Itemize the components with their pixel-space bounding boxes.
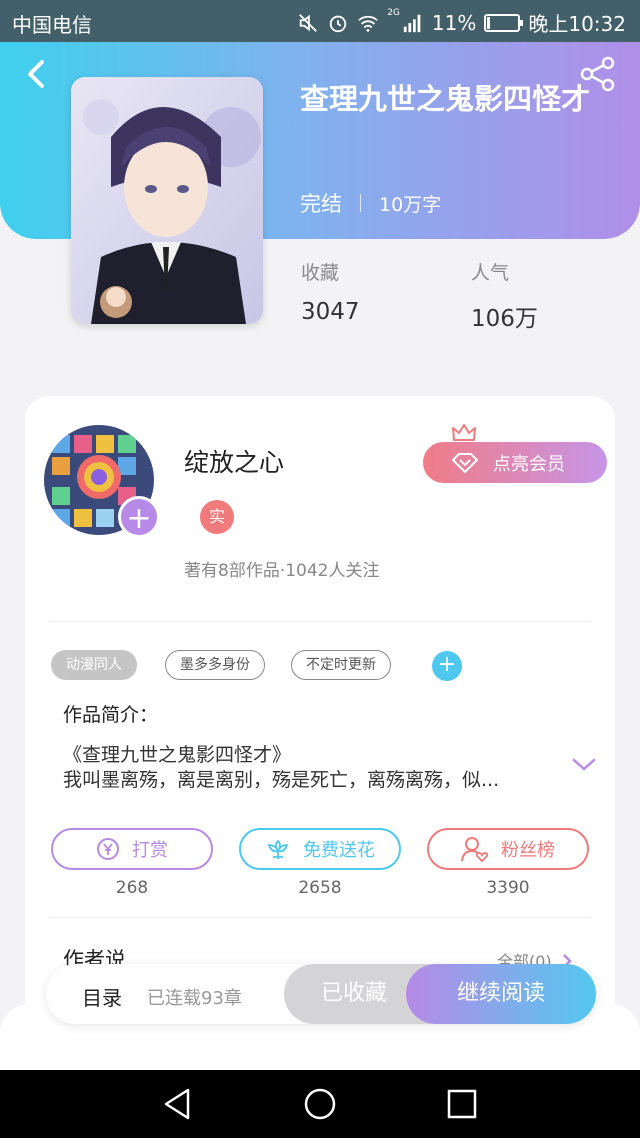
nav-recent-icon[interactable] [444,1086,480,1122]
meta-divider [360,194,361,212]
status-bar: 中国电信 2G 11% 晚上10:32 [0,0,640,42]
tip-button[interactable]: 打赏 [51,828,213,870]
send-flower-button[interactable]: 免费送花 [239,828,401,870]
tip-button-label: 打赏 [132,840,168,861]
back-icon[interactable] [20,56,56,92]
fans-count: 3390 [486,878,530,898]
collect-label: 收藏 [301,262,340,284]
book-cover[interactable] [71,77,263,324]
nav-home-icon[interactable] [302,1086,338,1122]
battery-percent: 11% [431,10,477,35]
card-divider [50,917,590,918]
clock: 晚上10:32 [528,12,626,36]
author-stats: 著有8部作品·1042人关注 [184,561,380,581]
author-name[interactable]: 绽放之心 [184,443,284,479]
collect-value: 3047 [301,299,360,325]
wifi-icon [358,15,378,32]
flower-count: 2658 [298,878,342,898]
user-heart-icon [461,837,489,862]
popularity-stat: 人气 106万 [471,258,538,333]
book-meta: 完结 10万字 [300,188,441,218]
network-type: 2G [387,8,400,18]
vip-button[interactable]: 点亮会员 [423,442,607,483]
vip-button-label: 点亮会员 [493,453,565,475]
intro-text[interactable]: 《查理九世之鬼影四怪才》 我叫墨离殇，离是离别，殇是死亡，离殇离殇，似... [63,743,553,793]
mute-icon [299,13,318,32]
chapter-count: 已连载93章 [147,988,242,1009]
book-title: 查理九世之鬼影四怪才 [300,82,591,116]
send-flower-label: 免费送花 [303,840,375,861]
intro-line-1: 《查理九世之鬼影四怪才》 [63,744,292,766]
flower-icon [267,839,289,859]
tag-item[interactable]: 墨多多身份 [165,650,265,680]
crown-icon [452,424,476,441]
word-count: 10万字 [379,193,442,216]
card-divider [50,621,590,622]
add-tag-button[interactable]: + [432,651,462,681]
battery-fill [487,16,491,29]
fans-rank-label: 粉丝榜 [501,840,555,861]
follow-author-button[interactable]: + [118,496,160,538]
battery-icon [484,13,524,32]
popularity-value: 106万 [471,306,538,332]
alarm-icon [329,15,347,32]
catalog-button[interactable]: 目录 [82,982,122,1011]
verified-badge: 实 [200,500,234,534]
yen-coin-icon [97,838,119,860]
cover-illustration [71,77,263,324]
intro-heading: 作品简介： [63,704,159,726]
status-icons: 2G 11% 晚上10:32 [297,8,626,37]
fans-rank-button[interactable]: 粉丝榜 [427,828,589,870]
tag-item[interactable]: 动漫同人 [51,650,137,680]
nav-back-icon[interactable] [160,1086,196,1122]
tag-item[interactable]: 不定时更新 [291,650,391,680]
popularity-label: 人气 [471,262,510,284]
chevron-down-icon[interactable] [571,756,597,774]
signal-icon [403,14,421,32]
carrier-label: 中国电信 [12,13,92,37]
intro-line-2: 我叫墨离殇，离是离别，殇是死亡，离殇离殇，似... [63,769,500,791]
book-status: 完结 [300,192,342,216]
diamond-icon [452,452,478,473]
collect-stat: 收藏 3047 [301,258,360,325]
tip-count: 268 [115,878,149,898]
continue-reading-button[interactable]: 继续阅读 [406,964,596,1024]
